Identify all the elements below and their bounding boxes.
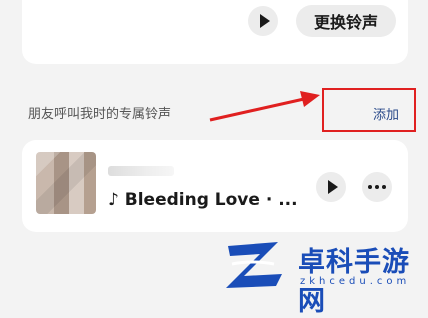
watermark-logo: [226, 242, 282, 288]
play-icon: [327, 180, 338, 194]
song-title: ♪ Bleeding Love · ...: [108, 190, 298, 210]
song-play-button[interactable]: [316, 172, 346, 202]
album-cover: [36, 152, 96, 214]
watermark-domain: zkhcedu.com: [300, 276, 411, 287]
blurred-artist: [108, 166, 174, 176]
dot-icon: [368, 185, 372, 189]
dot-icon: [382, 185, 386, 189]
dot-icon: [375, 185, 379, 189]
more-options-button[interactable]: [362, 172, 392, 202]
